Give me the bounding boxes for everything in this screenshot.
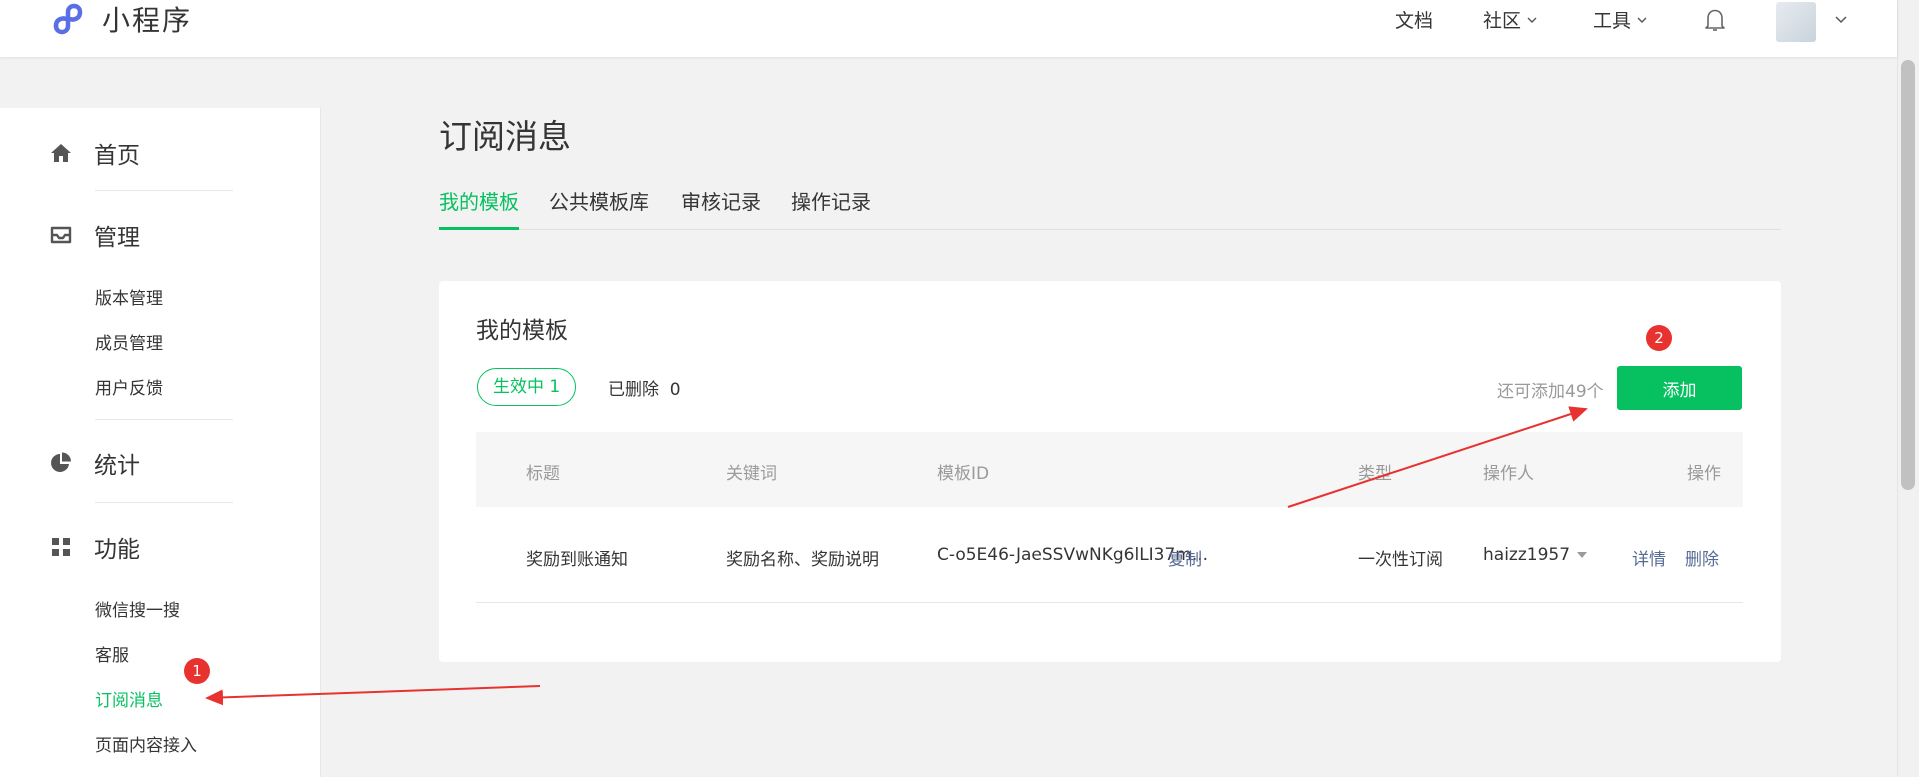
- sidebar-item-version-manage[interactable]: 版本管理: [95, 284, 163, 309]
- sidebar-item-features[interactable]: 功能: [48, 530, 140, 564]
- sidebar-item-statistics[interactable]: 统计: [48, 446, 140, 480]
- card-title: 我的模板: [476, 318, 568, 344]
- column-header-action: 操作: [1687, 464, 1721, 484]
- mini-program-logo-icon: [53, 3, 83, 35]
- filter-active[interactable]: 生效中 1: [477, 368, 577, 406]
- sidebar-item-wechat-search[interactable]: 微信搜一搜: [95, 596, 180, 621]
- column-header-title: 标题: [526, 464, 560, 484]
- table-header: 标题 关键词 模板ID 类型 操作人 操作: [476, 432, 1743, 507]
- operator-name: haizz1957: [1483, 545, 1571, 565]
- table-row: 奖励到账通知 奖励名称、奖励说明 C-o5E46-JaeSSVwNKg6lLI3…: [476, 507, 1743, 603]
- nav-tools-label: 工具: [1593, 10, 1632, 32]
- templates-card: 我的模板 生效中 1 已删除 0 还可添加49个 添加 标题 关键词 模板ID …: [439, 281, 1781, 662]
- top-bar: 小程序 文档 社区 工具: [0, 0, 1897, 57]
- logo[interactable]: 小程序: [48, 0, 192, 38]
- cell-title: 奖励到账通知: [526, 550, 628, 570]
- pie-chart-icon: [51, 452, 71, 472]
- column-header-operator: 操作人: [1483, 464, 1534, 484]
- column-header-template-id: 模板ID: [937, 464, 990, 484]
- detail-link[interactable]: 详情: [1632, 545, 1666, 570]
- sidebar-item-page-content[interactable]: 页面内容接入: [95, 731, 197, 756]
- cell-keywords: 奖励名称、奖励说明: [726, 550, 879, 570]
- divider: [95, 419, 233, 420]
- tab-bar: 我的模板 公共模板库 审核记录 操作记录: [439, 186, 1781, 230]
- sidebar-item-manage[interactable]: 管理: [48, 218, 140, 252]
- app-title: 小程序: [102, 4, 193, 37]
- chevron-down-icon: [1637, 17, 1647, 23]
- sidebar-item-label: 功能: [94, 537, 140, 563]
- copy-link[interactable]: 复制: [1168, 545, 1202, 570]
- sidebar-item-home[interactable]: 首页: [48, 136, 140, 170]
- column-header-keywords: 关键词: [726, 464, 777, 484]
- sidebar-item-user-feedback[interactable]: 用户反馈: [95, 374, 163, 399]
- sidebar-item-subscribe-message[interactable]: 订阅消息: [95, 686, 163, 711]
- annotation-marker-2: 2: [1646, 325, 1672, 351]
- remaining-count: 还可添加49个: [1497, 382, 1604, 402]
- bell-icon[interactable]: [1703, 7, 1727, 33]
- nav-community-label: 社区: [1483, 10, 1522, 32]
- sidebar-item-label: 统计: [94, 453, 140, 479]
- tab-operation-records[interactable]: 操作记录: [791, 186, 871, 230]
- grid-icon: [52, 538, 70, 556]
- home-icon: [51, 144, 71, 162]
- chevron-down-icon: [1527, 17, 1537, 23]
- page-title: 订阅消息: [439, 117, 571, 156]
- filter-deleted[interactable]: 已删除 0: [608, 375, 681, 400]
- avatar[interactable]: [1776, 2, 1816, 42]
- annotation-marker-1: 1: [184, 658, 210, 684]
- chevron-down-icon[interactable]: [1834, 12, 1848, 26]
- caret-down-icon: [1577, 552, 1588, 558]
- divider: [95, 502, 233, 503]
- nav-tools[interactable]: 工具: [1593, 6, 1648, 33]
- add-button[interactable]: 添加: [1617, 366, 1742, 410]
- tab-public-templates[interactable]: 公共模板库: [549, 186, 649, 230]
- cell-operator[interactable]: haizz1957: [1483, 545, 1588, 565]
- column-header-type: 类型: [1358, 464, 1392, 484]
- nav-community[interactable]: 社区: [1483, 6, 1538, 33]
- tab-my-templates[interactable]: 我的模板: [439, 186, 519, 230]
- sidebar-item-label: 首页: [94, 143, 140, 169]
- nav-docs-label: 文档: [1395, 10, 1434, 32]
- delete-link[interactable]: 删除: [1685, 545, 1719, 570]
- sidebar-item-customer-service[interactable]: 客服: [95, 641, 129, 666]
- sidebar: 首页 管理 版本管理 成员管理 用户反馈 统计 功能 微信搜一搜 客服 订阅消息…: [0, 108, 321, 777]
- inbox-icon: [50, 226, 72, 244]
- sidebar-item-label: 管理: [94, 225, 140, 251]
- scrollbar-thumb[interactable]: [1901, 60, 1915, 490]
- divider: [95, 190, 233, 191]
- nav-docs[interactable]: 文档: [1395, 6, 1433, 33]
- sidebar-item-member-manage[interactable]: 成员管理: [95, 329, 163, 354]
- tab-review-records[interactable]: 审核记录: [681, 186, 761, 230]
- cell-type: 一次性订阅: [1358, 550, 1443, 570]
